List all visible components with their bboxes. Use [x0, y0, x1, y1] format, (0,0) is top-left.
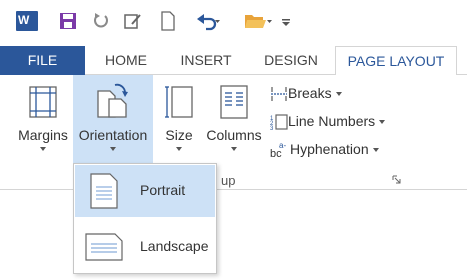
landscape-label: Landscape — [140, 238, 209, 254]
tab-file[interactable]: FILE — [0, 46, 85, 75]
portrait-page-icon — [90, 173, 118, 209]
svg-text:3: 3 — [270, 126, 274, 130]
svg-text:a-: a- — [279, 141, 286, 150]
hyphenation-dropdown-caret — [372, 148, 379, 153]
repeat-icon[interactable] — [92, 11, 110, 31]
hyphenation-icon: bc a- — [270, 141, 286, 160]
hyphenation-label: Hyphenation — [290, 141, 369, 157]
quick-access-toolbar: W — [0, 0, 467, 42]
columns-icon — [220, 85, 248, 119]
ribbon-page-setup-group: Margins Orientation Size Columns Breaks … — [0, 75, 467, 190]
line-numbers-dropdown-caret — [379, 120, 386, 125]
ribbon-tabs: FILE HOME INSERT DESIGN PAGE LAYOUT — [0, 46, 467, 76]
orientation-button[interactable]: Orientation — [73, 75, 153, 165]
columns-button[interactable]: Columns — [204, 75, 264, 165]
hyphenation-button[interactable]: bc a- Hyphenation — [270, 141, 379, 160]
margins-label: Margins — [18, 127, 68, 143]
portrait-label: Portrait — [140, 182, 186, 198]
breaks-button[interactable]: Breaks — [270, 85, 342, 102]
dialog-launcher-icon[interactable] — [392, 175, 401, 184]
columns-label: Columns — [206, 127, 262, 143]
undo-icon[interactable] — [196, 11, 220, 31]
word-app-icon[interactable]: W — [16, 11, 38, 31]
orientation-dropdown-menu: Portrait Landscape — [73, 163, 217, 274]
orientation-option-landscape[interactable]: Landscape — [75, 221, 215, 273]
columns-dropdown-caret — [231, 147, 237, 151]
open-folder-icon[interactable] — [244, 11, 272, 31]
breaks-label: Breaks — [288, 85, 332, 101]
margins-dropdown-caret — [40, 147, 46, 151]
line-numbers-label: Line Numbers — [288, 113, 376, 129]
size-icon — [165, 86, 193, 118]
orientation-label: Orientation — [78, 127, 148, 143]
orientation-dropdown-caret — [110, 147, 116, 151]
tab-insert[interactable]: INSERT — [170, 46, 242, 75]
breaks-dropdown-caret — [335, 92, 342, 97]
size-label: Size — [165, 127, 193, 143]
customize-toolbar-icon[interactable] — [281, 11, 291, 31]
size-dropdown-caret — [176, 147, 182, 151]
tab-design[interactable]: DESIGN — [255, 46, 327, 75]
page-setup-group-label: up — [221, 173, 236, 188]
tab-home[interactable]: HOME — [95, 46, 157, 75]
landscape-page-icon — [85, 233, 123, 261]
orientation-option-portrait[interactable]: Portrait — [75, 165, 215, 217]
new-document-icon[interactable] — [160, 11, 176, 31]
breaks-icon — [271, 87, 287, 102]
margins-button[interactable]: Margins — [14, 75, 72, 165]
line-numbers-icon: 1 2 3 — [270, 114, 288, 132]
size-button[interactable]: Size — [160, 75, 198, 165]
save-icon[interactable] — [58, 11, 78, 31]
line-numbers-button[interactable]: 1 2 3 Line Numbers — [270, 113, 386, 132]
orientation-icon — [97, 83, 128, 118]
touch-mode-icon[interactable] — [123, 11, 143, 31]
tab-page-layout[interactable]: PAGE LAYOUT — [335, 46, 457, 76]
margins-icon — [29, 86, 57, 118]
